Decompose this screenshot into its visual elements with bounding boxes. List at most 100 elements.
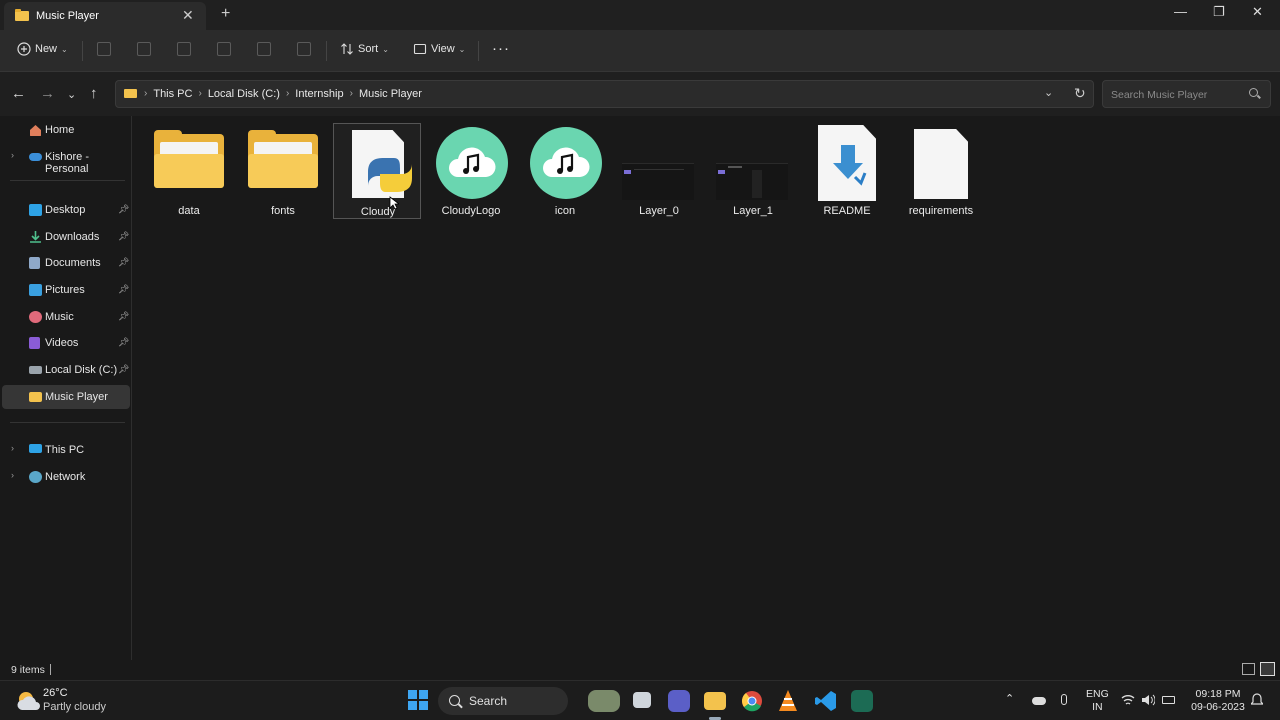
folder-icon — [29, 392, 42, 402]
file-item-data[interactable]: data — [145, 123, 233, 219]
new-label: New — [35, 43, 58, 55]
address-bar[interactable]: › This PC › Local Disk (C:) › Internship… — [115, 80, 1094, 108]
pin-icon[interactable]: 📌︎ — [118, 311, 129, 322]
notifications-icon[interactable] — [1251, 693, 1263, 707]
search-icon — [449, 695, 460, 706]
new-tab-button[interactable]: + — [221, 5, 230, 23]
new-button[interactable]: New ⌄ — [17, 42, 68, 56]
file-item-layer-1[interactable]: Layer_1 — [709, 123, 797, 219]
file-item-fonts[interactable]: fonts — [239, 123, 327, 219]
breadcrumb-music-player[interactable]: Music Player — [359, 88, 422, 100]
sidebar-item-downloads[interactable]: Downloads 📌︎ — [2, 225, 130, 249]
vlc-icon[interactable] — [778, 689, 798, 713]
chevron-down-icon: ⌄ — [61, 44, 68, 54]
sidebar-item-this-pc[interactable]: › This PC — [2, 438, 130, 462]
teams-chat-icon[interactable] — [668, 690, 690, 712]
pin-icon[interactable]: 📌︎ — [118, 337, 129, 348]
divider — [478, 41, 479, 61]
sidebar-item-desktop[interactable]: Desktop 📌︎ — [2, 198, 130, 222]
vscode-icon[interactable] — [815, 690, 837, 712]
onedrive-tray-icon[interactable] — [1032, 697, 1046, 705]
close-window-button[interactable]: ✕ — [1252, 4, 1263, 20]
pin-icon[interactable]: 📌︎ — [118, 204, 129, 215]
search-box[interactable]: Search Music Player — [1102, 80, 1271, 108]
sidebar-item-local-disk[interactable]: Local Disk (C:) 📌︎ — [2, 358, 130, 382]
maximize-button[interactable]: ❐ — [1213, 4, 1225, 20]
file-item-layer-0[interactable]: Layer_0 — [615, 123, 703, 219]
view-button[interactable]: View ⌄ — [413, 42, 465, 56]
sidebar-item-label: Music Player — [45, 391, 108, 403]
recent-locations-icon[interactable]: ⌄ — [67, 88, 76, 101]
minimize-button[interactable]: — — [1174, 4, 1187, 19]
chevron-right-icon[interactable]: › — [11, 150, 14, 160]
breadcrumb-local-disk[interactable]: Local Disk (C:) — [208, 88, 280, 100]
pin-icon[interactable]: 📌︎ — [118, 231, 129, 242]
view-label: View — [431, 43, 455, 55]
documents-icon — [29, 257, 40, 269]
copy-icon[interactable] — [137, 42, 151, 56]
widget-image-icon[interactable] — [588, 690, 620, 712]
share-icon[interactable] — [257, 42, 271, 56]
volume-icon[interactable] — [1141, 694, 1155, 706]
refresh-icon[interactable]: ↻ — [1074, 85, 1086, 102]
breadcrumb: › This PC › Local Disk (C:) › Internship… — [144, 88, 422, 100]
up-icon[interactable]: ↑ — [90, 85, 98, 102]
language-indicator[interactable]: ENG IN — [1086, 688, 1109, 714]
sidebar-item-label: Downloads — [45, 231, 100, 243]
chrome-icon[interactable] — [741, 690, 763, 712]
sort-button[interactable]: Sort ⌄ — [340, 42, 389, 56]
weather-partly-cloudy-icon[interactable] — [16, 690, 40, 712]
rename-icon[interactable] — [217, 42, 231, 56]
clock[interactable]: 09:18 PM 09-06-2023 — [1190, 688, 1246, 714]
sidebar-item-videos[interactable]: Videos 📌︎ — [2, 331, 130, 355]
sidebar-item-music-player[interactable]: Music Player — [2, 385, 130, 409]
terminal-icon[interactable] — [851, 690, 873, 712]
home-icon — [30, 125, 41, 136]
task-view-icon[interactable] — [633, 692, 651, 708]
divider — [326, 41, 327, 61]
taskbar-search[interactable]: Search — [438, 687, 568, 715]
show-hidden-icons-icon[interactable]: ⌃ — [1005, 693, 1014, 706]
wifi-icon[interactable] — [1121, 694, 1135, 706]
breadcrumb-this-pc[interactable]: This PC — [153, 88, 192, 100]
pin-icon[interactable]: 📌︎ — [118, 364, 129, 375]
large-icons-view-icon[interactable] — [1260, 662, 1275, 676]
chevron-right-icon[interactable]: › — [11, 443, 14, 453]
file-item-cloudy[interactable]: Cloudy — [333, 123, 421, 219]
address-dropdown-icon[interactable]: ⌄ — [1044, 86, 1053, 99]
cut-icon[interactable] — [97, 42, 111, 56]
close-tab-icon[interactable]: ✕ — [182, 7, 194, 24]
sidebar-item-music[interactable]: Music 📌︎ — [2, 305, 130, 329]
battery-icon[interactable] — [1162, 696, 1175, 704]
forward-icon[interactable]: → — [40, 85, 55, 102]
view-icon — [413, 43, 427, 55]
sidebar-item-label: Videos — [45, 337, 79, 349]
sidebar-item-pictures[interactable]: Pictures 📌︎ — [2, 278, 130, 302]
delete-icon[interactable] — [297, 42, 311, 56]
tab-music-player[interactable]: Music Player ✕ — [4, 2, 206, 30]
file-explorer-icon[interactable] — [704, 692, 726, 710]
file-item-readme[interactable]: README — [803, 123, 891, 219]
divider — [82, 41, 83, 61]
details-view-icon[interactable] — [1242, 663, 1255, 675]
pin-icon[interactable]: 📌︎ — [118, 257, 129, 268]
start-icon[interactable] — [408, 690, 428, 710]
music-icon — [29, 311, 42, 323]
videos-icon — [29, 337, 40, 349]
file-name: requirements — [908, 205, 974, 217]
back-icon[interactable]: ← — [11, 85, 26, 102]
more-options-button[interactable]: ··· — [492, 40, 510, 57]
sidebar-item-onedrive[interactable]: › Kishore - Personal — [2, 145, 130, 175]
file-item-requirements[interactable]: requirements — [897, 123, 985, 219]
language-bottom: IN — [1092, 701, 1103, 713]
paste-icon[interactable] — [177, 42, 191, 56]
breadcrumb-internship[interactable]: Internship — [295, 88, 343, 100]
pin-icon[interactable]: 📌︎ — [118, 284, 129, 295]
sidebar-item-home[interactable]: Home — [2, 118, 130, 142]
sidebar-item-documents[interactable]: Documents 📌︎ — [2, 251, 130, 275]
microphone-icon[interactable] — [1061, 694, 1067, 705]
chevron-right-icon[interactable]: › — [11, 470, 14, 480]
sidebar-item-network[interactable]: › Network — [2, 465, 130, 489]
file-item-icon[interactable]: icon — [521, 123, 609, 219]
file-item-cloudylogo[interactable]: CloudyLogo — [427, 123, 515, 219]
